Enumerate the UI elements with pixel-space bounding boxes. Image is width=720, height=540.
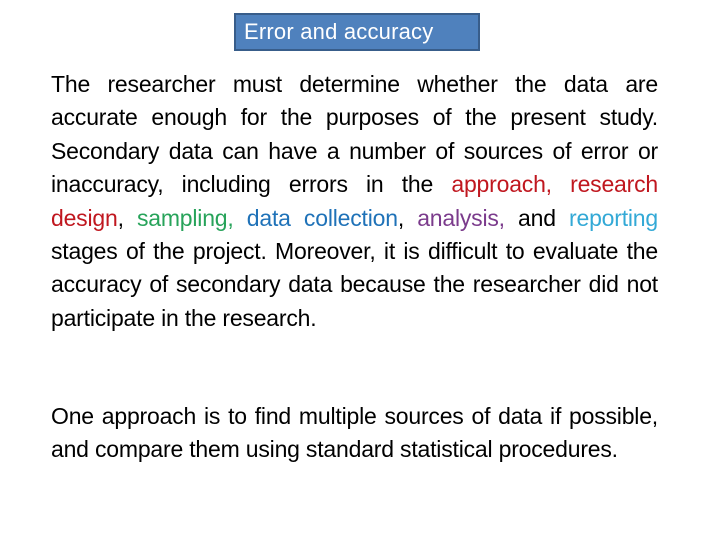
paragraph-approach: One approach is to find multiple sources… — [51, 403, 658, 463]
term-analysis: analysis, — [417, 204, 505, 231]
term-reporting: reporting — [569, 204, 658, 231]
text-outro: stages of the project. Moreover, it is d… — [51, 238, 658, 331]
separator — [234, 205, 247, 231]
separator: , — [397, 204, 418, 231]
slide-title: Error and accuracy — [234, 13, 480, 51]
separator: and — [504, 204, 570, 231]
separator: , — [117, 204, 137, 231]
paragraph-main: The researcher must determine whether th… — [51, 68, 658, 335]
term-data-collection: data collection — [246, 204, 398, 231]
term-sampling: sampling, — [136, 204, 234, 231]
